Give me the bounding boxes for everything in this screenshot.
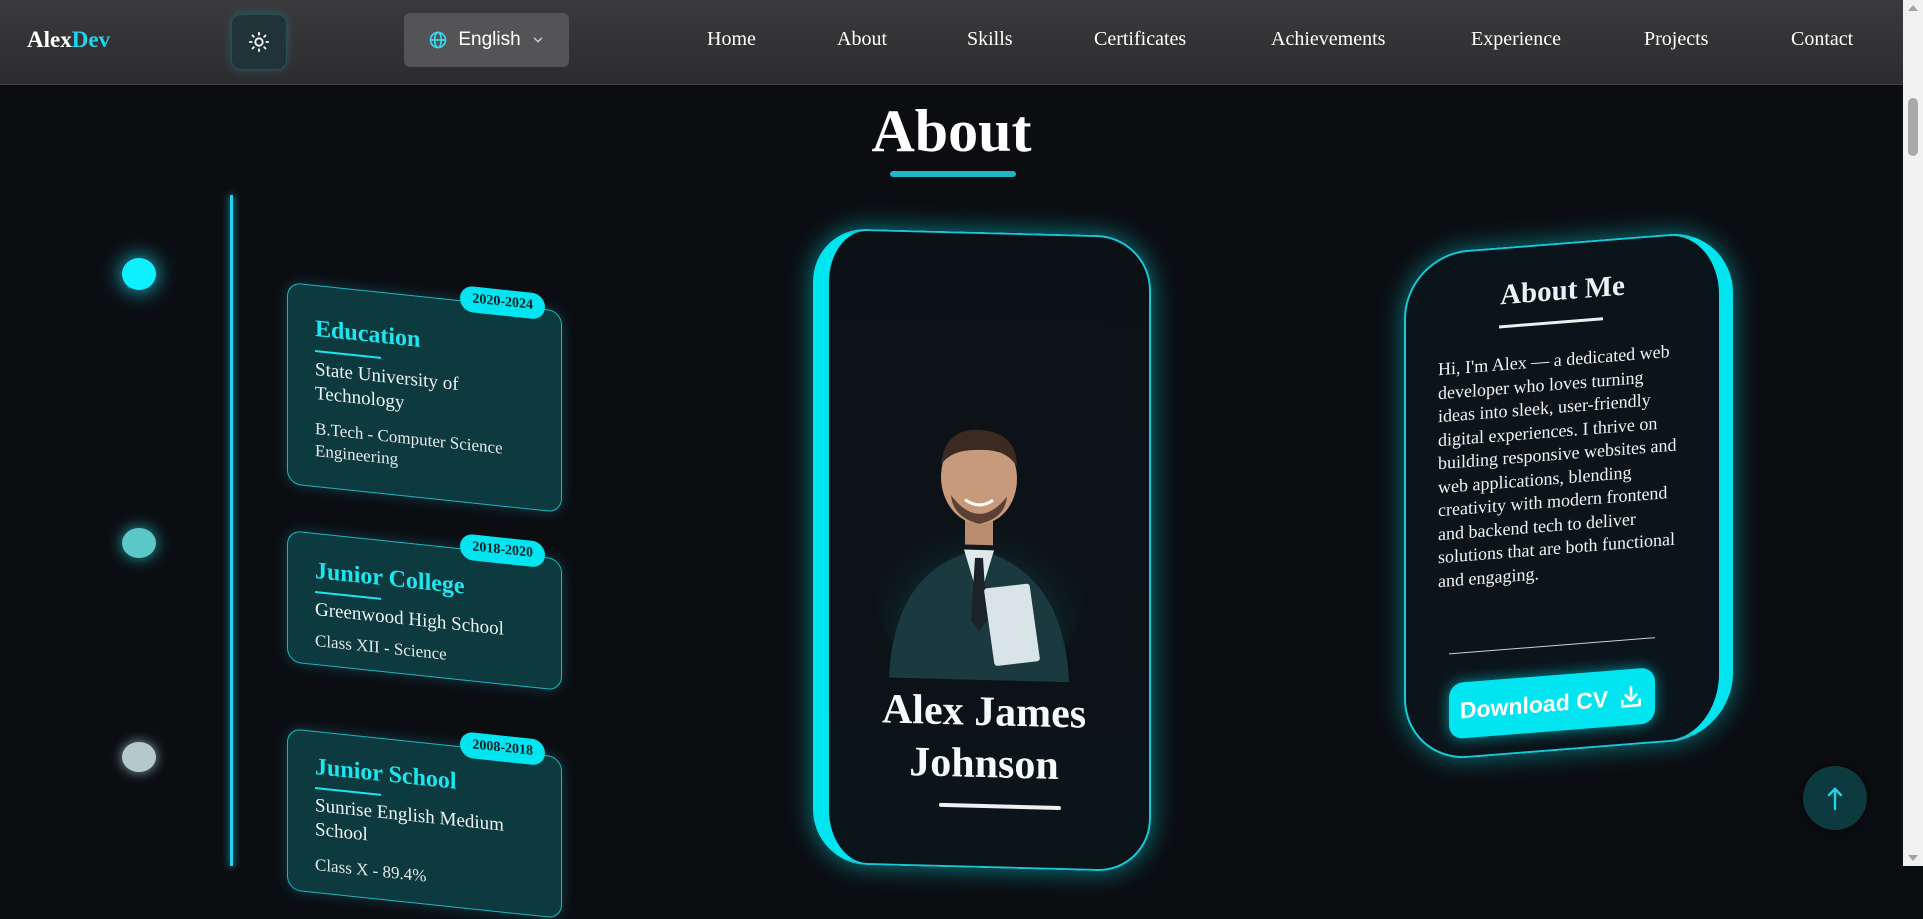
- download-cv-label: Download CV: [1459, 685, 1609, 724]
- timeline-card-detail: B.Tech - Computer Science Engineering: [315, 418, 503, 469]
- timeline-card-title: Education: [315, 315, 421, 354]
- nav-link-projects[interactable]: Projects: [1644, 28, 1708, 51]
- nav-link-home[interactable]: Home: [707, 28, 756, 51]
- about-me-underline: [1499, 317, 1603, 329]
- nav-link-certificates[interactable]: Certificates: [1094, 28, 1186, 51]
- profile-photo: [874, 429, 1084, 683]
- nav-link-experience[interactable]: Experience: [1471, 28, 1561, 51]
- profile-name-line2: Johnson: [909, 739, 1059, 790]
- logo-text-accent: Dev: [71, 27, 111, 52]
- timeline-line: [230, 195, 233, 866]
- section-title: About: [871, 98, 1032, 164]
- download-icon: [1621, 686, 1642, 708]
- about-me-heading: About Me: [1500, 269, 1625, 312]
- nav-link-about[interactable]: About: [837, 28, 887, 51]
- timeline-card-school: Sunrise English Medium School: [315, 794, 504, 846]
- profile-name-line1: Alex James: [881, 686, 1087, 738]
- nav-link-contact[interactable]: Contact: [1791, 28, 1853, 51]
- logo[interactable]: AlexDev: [27, 27, 110, 53]
- profile-name-underline: [939, 802, 1061, 811]
- logo-text-primary: Alex: [27, 27, 72, 52]
- timeline-dot: [122, 528, 156, 558]
- timeline-card-underline: [315, 349, 381, 359]
- profile-card: Alex James Johnson: [813, 227, 1151, 873]
- sun-icon: [248, 31, 270, 53]
- profile-name: Alex James Johnson: [839, 682, 1129, 794]
- about-me-card: About Me Hi, I'm Alex — a dedicated web …: [1404, 229, 1733, 763]
- scrollbar-thumb[interactable]: [1908, 98, 1918, 156]
- timeline-card-education: 2020-2024 Education State University of …: [287, 282, 562, 513]
- chevron-down-icon: [533, 37, 542, 43]
- scroll-up-arrow-icon[interactable]: [1908, 5, 1918, 11]
- timeline-period-badge: 2020-2024: [460, 285, 545, 321]
- about-me-divider: [1449, 637, 1655, 655]
- scroll-to-top-button[interactable]: [1803, 766, 1867, 830]
- timeline-dot: [122, 742, 156, 772]
- scroll-down-arrow-icon[interactable]: [1908, 855, 1918, 861]
- language-selected: English: [458, 29, 521, 50]
- timeline-period-badge: 2018-2020: [460, 533, 545, 569]
- title-underline: [890, 171, 1016, 177]
- timeline-period-badge: 2008-2018: [460, 731, 545, 767]
- timeline-dot: [122, 258, 156, 290]
- arrow-up-icon: [1827, 787, 1843, 811]
- nav-link-skills[interactable]: Skills: [967, 28, 1013, 51]
- timeline-card-junior-college: 2018-2020 Junior College Greenwood High …: [287, 530, 562, 691]
- download-cv-button[interactable]: Download CV: [1449, 667, 1655, 740]
- globe-icon: [429, 31, 447, 49]
- theme-toggle-button[interactable]: [231, 14, 287, 70]
- language-select[interactable]: English: [404, 13, 569, 67]
- navbar: AlexDev English Home About Skills Certif…: [0, 0, 1903, 85]
- nav-link-achievements[interactable]: Achievements: [1271, 28, 1385, 51]
- timeline-card-school: State University of Technology: [315, 358, 459, 414]
- page-scrollbar[interactable]: [1903, 0, 1923, 866]
- timeline-card-junior-school: 2008-2018 Junior School Sunrise English …: [287, 728, 562, 919]
- about-me-text: Hi, I'm Alex — a dedicated web developer…: [1438, 341, 1677, 591]
